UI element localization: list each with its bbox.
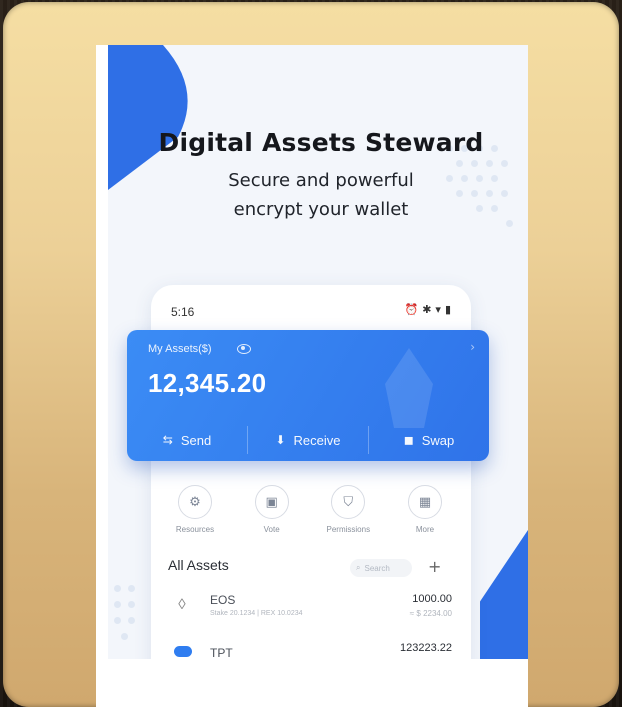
quick-action-label: Permissions — [326, 525, 371, 534]
add-asset-button[interactable]: + — [428, 557, 441, 576]
battery-icon: ▮ — [444, 303, 455, 316]
token-name: EOS — [210, 593, 236, 607]
search-placeholder: Search — [364, 563, 390, 573]
quick-action-label: More — [415, 525, 435, 534]
receive-button[interactable]: ⬇ Receive — [248, 426, 369, 454]
search-icon: ⌕ — [356, 563, 361, 572]
receive-label: Receive — [293, 432, 341, 448]
token-balance: 1000.00 — [412, 593, 452, 605]
token-name: TPT — [210, 646, 233, 660]
quick-action-label: Vote — [263, 525, 280, 534]
wifi-icon: ▾ — [435, 303, 445, 316]
eos-icon: ◊ — [178, 596, 186, 613]
asset-search-input[interactable]: ⌕ Search — [350, 559, 412, 577]
eos-watermark-icon — [385, 348, 433, 428]
assets-amount: 12,345.20 — [148, 368, 267, 398]
token-usd: ≈ $ 2234.00 — [409, 609, 452, 618]
bottom-strip — [96, 659, 528, 707]
swap-icon: ◼ — [403, 433, 414, 447]
promo-subline-2: encrypt your wallet — [233, 199, 409, 220]
send-label: Send — [180, 432, 212, 448]
send-icon: ⇆ — [162, 433, 173, 447]
chevron-right-icon[interactable]: › — [470, 340, 475, 354]
quick-action-label: Resources — [175, 525, 215, 534]
alarm-icon: ⏰ — [404, 303, 423, 316]
decorative-blue-shape — [108, 45, 190, 190]
token-meta: Stake 20.1234 | REX 10.0234 — [210, 610, 303, 617]
status-icons: ⏰✱▾▮ — [404, 303, 455, 316]
card-actions: ⇆ Send ⬇ Receive ◼ Swap — [127, 426, 489, 454]
all-assets-title: All Assets — [168, 557, 229, 573]
my-assets-card[interactable]: My Assets($) › 12,345.20 ⇆ Send ⬇ Receiv… — [127, 330, 489, 461]
quick-action-more[interactable]: ▦ More — [395, 485, 455, 541]
left-stripe — [96, 45, 108, 707]
send-button[interactable]: ⇆ Send — [127, 426, 248, 454]
permissions-icon: ⛉ — [331, 485, 366, 519]
resources-icon: ⚙ — [178, 485, 212, 519]
tpt-icon — [174, 646, 192, 657]
eye-icon[interactable] — [237, 344, 251, 354]
receive-icon: ⬇ — [275, 433, 286, 447]
asset-row-tpt[interactable]: TPT 123223.22 — [168, 642, 452, 662]
quick-action-resources[interactable]: ⚙ Resources — [165, 485, 225, 541]
token-balance: 123223.22 — [400, 642, 452, 654]
my-assets-label: My Assets($) — [148, 343, 212, 355]
more-grid-icon: ▦ — [407, 485, 442, 519]
quick-actions: ⚙ Resources ▣ Vote ⛉ Permissions ▦ More — [165, 485, 455, 541]
swap-label: Swap — [421, 432, 455, 448]
vote-icon: ▣ — [254, 485, 289, 519]
promo-headline: Digital Assets Steward — [158, 128, 484, 157]
decorative-blue-corner — [480, 530, 528, 660]
quick-action-vote[interactable]: ▣ Vote — [242, 485, 302, 541]
swap-button[interactable]: ◼ Swap — [369, 426, 489, 454]
status-time: 5:16 — [171, 305, 195, 319]
promo-subline-1: Secure and powerful — [228, 170, 414, 191]
asset-row-eos[interactable]: ◊ EOS Stake 20.1234 | REX 10.0234 1000.0… — [168, 593, 452, 623]
bluetooth-icon: ✱ — [422, 303, 436, 316]
quick-action-permissions[interactable]: ⛉ Permissions — [318, 485, 378, 541]
